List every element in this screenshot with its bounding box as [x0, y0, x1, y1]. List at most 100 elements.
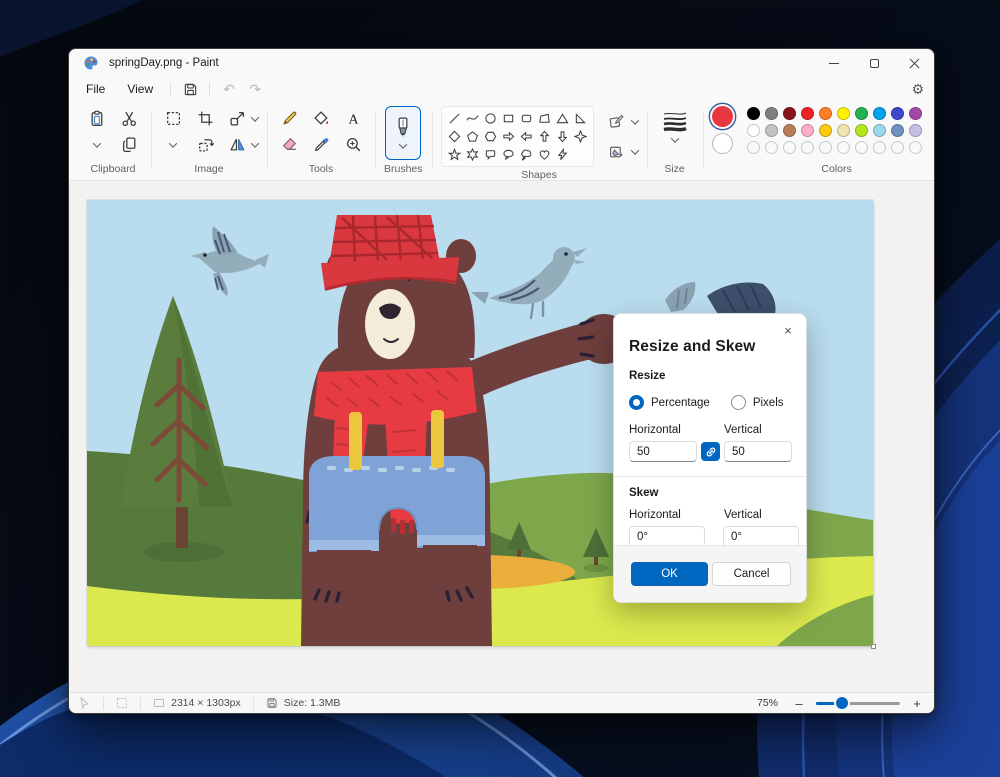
magnifier-tool[interactable] [340, 133, 366, 157]
palette-color[interactable] [747, 107, 760, 120]
shape-quad[interactable] [536, 110, 553, 127]
shape-bubble-cloud[interactable] [518, 146, 535, 163]
shape-triangle[interactable] [554, 110, 571, 127]
palette-color[interactable] [783, 107, 796, 120]
skew-horizontal-input[interactable] [629, 526, 705, 547]
pixels-radio[interactable] [731, 395, 746, 410]
copy-button[interactable] [116, 133, 142, 157]
shape-arrow-up[interactable] [536, 128, 553, 145]
palette-empty-slot[interactable] [765, 141, 778, 154]
chevron-down-icon[interactable] [630, 116, 638, 124]
palette-color[interactable] [873, 124, 886, 137]
palette-color[interactable] [873, 107, 886, 120]
palette-empty-slot[interactable] [891, 141, 904, 154]
redo-button[interactable]: ↷ [242, 79, 268, 99]
chevron-down-icon[interactable] [251, 139, 259, 147]
palette-empty-slot[interactable] [783, 141, 796, 154]
shape-fill-button[interactable] [604, 140, 630, 164]
paste-button[interactable] [84, 107, 110, 131]
zoom-in-button[interactable]: + [910, 696, 924, 711]
palette-color[interactable] [801, 124, 814, 137]
shape-rect[interactable] [500, 110, 517, 127]
palette-empty-slot[interactable] [801, 141, 814, 154]
palette-color[interactable] [891, 124, 904, 137]
background-color-swatch[interactable] [712, 133, 733, 154]
shape-heart[interactable] [536, 146, 553, 163]
canvas-resize-handle[interactable] [871, 644, 876, 649]
shape-star6[interactable] [464, 146, 481, 163]
palette-color[interactable] [909, 124, 922, 137]
shape-hexagon[interactable] [482, 128, 499, 145]
pencil-tool[interactable] [276, 107, 302, 131]
settings-button[interactable]: ⚙ [911, 81, 924, 98]
shape-line[interactable] [446, 110, 463, 127]
fill-tool[interactable] [308, 107, 334, 131]
shape-rounded-rect[interactable] [518, 110, 535, 127]
palette-color[interactable] [855, 124, 868, 137]
palette-empty-slot[interactable] [837, 141, 850, 154]
eraser-tool[interactable] [276, 133, 302, 157]
menu-view[interactable]: View [116, 79, 164, 99]
maintain-aspect-ratio-button[interactable] [701, 442, 720, 461]
palette-color[interactable] [783, 124, 796, 137]
shape-arrow-left[interactable] [518, 128, 535, 145]
palette-color[interactable] [819, 107, 832, 120]
palette-color[interactable] [837, 107, 850, 120]
ok-button[interactable]: OK [631, 562, 708, 586]
maximize-button[interactable] [854, 49, 894, 77]
menu-file[interactable]: File [75, 79, 116, 99]
chevron-down-icon[interactable] [630, 146, 638, 154]
text-tool[interactable]: A [340, 107, 366, 131]
undo-button[interactable]: ↶ [216, 79, 242, 99]
shape-ellipse[interactable] [482, 110, 499, 127]
zoom-slider[interactable] [816, 697, 900, 709]
percentage-radio[interactable] [629, 395, 644, 410]
shape-bubble-oval[interactable] [500, 146, 517, 163]
foreground-color-swatch[interactable] [712, 106, 733, 127]
palette-color[interactable] [801, 107, 814, 120]
cancel-button[interactable]: Cancel [712, 562, 791, 586]
paste-dropdown[interactable] [84, 133, 110, 157]
shape-arrow-down[interactable] [554, 128, 571, 145]
skew-vertical-input[interactable] [723, 526, 799, 547]
palette-empty-slot[interactable] [873, 141, 886, 154]
save-button[interactable] [177, 79, 203, 99]
palette-empty-slot[interactable] [855, 141, 868, 154]
palette-color[interactable] [747, 124, 760, 137]
shape-star4[interactable] [572, 128, 589, 145]
zoom-out-button[interactable]: – [792, 696, 806, 711]
zoom-slider-thumb[interactable] [836, 697, 848, 709]
color-picker-tool[interactable] [308, 133, 334, 157]
brushes-button[interactable] [385, 106, 421, 160]
palette-empty-slot[interactable] [819, 141, 832, 154]
chevron-down-icon[interactable] [251, 113, 259, 121]
palette-color[interactable] [765, 124, 778, 137]
shape-arrow-right[interactable] [500, 128, 517, 145]
resize-button[interactable] [224, 107, 250, 131]
palette-color[interactable] [765, 107, 778, 120]
shape-right-triangle[interactable] [572, 110, 589, 127]
resize-horizontal-input[interactable] [629, 441, 697, 462]
select-button[interactable] [160, 107, 186, 131]
palette-color[interactable] [891, 107, 904, 120]
flip-button[interactable] [224, 133, 250, 157]
shape-curve[interactable] [464, 110, 481, 127]
minimize-button[interactable] [814, 49, 854, 77]
size-button[interactable] [656, 106, 694, 147]
crop-button[interactable] [192, 107, 218, 131]
dialog-close-button[interactable]: × [779, 321, 797, 339]
shape-diamond[interactable] [446, 128, 463, 145]
shape-bubble-round[interactable] [482, 146, 499, 163]
palette-color[interactable] [855, 107, 868, 120]
shape-pentagon[interactable] [464, 128, 481, 145]
shape-outline-button[interactable] [604, 110, 630, 134]
shape-lightning[interactable] [554, 146, 571, 163]
cut-button[interactable] [116, 107, 142, 131]
select-dropdown[interactable] [160, 133, 186, 157]
palette-empty-slot[interactable] [747, 141, 760, 154]
shape-star5[interactable] [446, 146, 463, 163]
resize-vertical-input[interactable] [724, 441, 792, 462]
rotate-button[interactable] [192, 133, 218, 157]
palette-color[interactable] [819, 124, 832, 137]
palette-color[interactable] [837, 124, 850, 137]
